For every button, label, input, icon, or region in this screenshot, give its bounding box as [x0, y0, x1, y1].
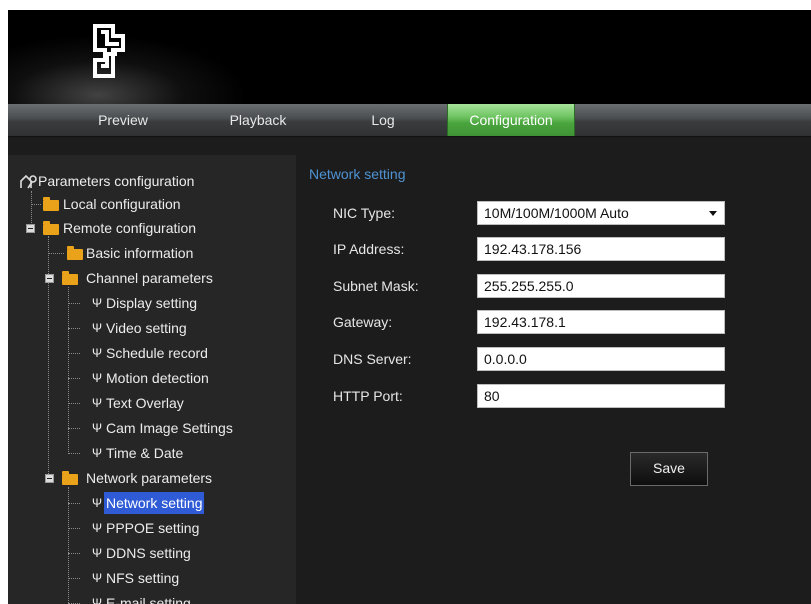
- tree-root[interactable]: Parameters configuration: [20, 170, 280, 192]
- tree-root-label: Parameters configuration: [38, 173, 195, 189]
- tree-item-remote-configuration[interactable]: Remote configuration: [24, 217, 284, 239]
- tree-connector: [68, 503, 80, 504]
- ip-address-input[interactable]: [477, 237, 725, 261]
- tab-configuration[interactable]: Configuration: [447, 104, 575, 136]
- dns-server-input[interactable]: [477, 347, 725, 371]
- tree-item-label: Network parameters: [86, 470, 213, 486]
- wrench-icon: Ψ: [92, 571, 103, 585]
- tree-item-label: Local configuration: [63, 196, 181, 212]
- wrench-icon: Ψ: [92, 346, 103, 360]
- nic-type-select[interactable]: 10M/100M/1000M Auto: [477, 201, 725, 225]
- tree-item-pppoe-setting[interactable]: Ψ PPPOE setting: [68, 517, 288, 539]
- tab-playback[interactable]: Playback: [208, 104, 308, 136]
- banner-glow: [8, 35, 248, 104]
- tree-item-cam-image-settings[interactable]: Ψ Cam Image Settings: [68, 417, 288, 439]
- tree-item-label: Time & Date: [106, 445, 184, 461]
- tree-item-basic-information[interactable]: Basic information: [48, 242, 288, 264]
- collapse-icon[interactable]: [26, 224, 35, 233]
- tree-item-network-parameters[interactable]: Network parameters: [43, 467, 293, 489]
- tree-item-label: NFS setting: [106, 570, 180, 586]
- tree-connector: [68, 303, 80, 304]
- gateway-input[interactable]: [477, 310, 725, 334]
- http-port-label: HTTP Port:: [333, 388, 403, 404]
- wrench-icon: Ψ: [92, 546, 103, 560]
- tree-item-channel-parameters[interactable]: Channel parameters: [43, 267, 293, 289]
- folder-icon: [67, 246, 83, 260]
- tree-item-network-setting[interactable]: Ψ Network setting: [68, 492, 288, 514]
- wrench-icon: Ψ: [92, 521, 103, 535]
- tree-connector: [68, 353, 80, 354]
- tree-item-label: Remote configuration: [63, 220, 197, 236]
- tree-item-motion-detection[interactable]: Ψ Motion detection: [68, 367, 288, 389]
- subnet-mask-input[interactable]: [477, 274, 725, 298]
- tree-item-label: Network setting: [104, 492, 205, 514]
- tree-item-label: Cam Image Settings: [106, 420, 233, 436]
- tree-item-label: Motion detection: [106, 370, 209, 386]
- tree-connector: [31, 204, 41, 205]
- tree-connector: [68, 528, 80, 529]
- tree-item-label: Schedule record: [106, 345, 208, 361]
- tree-item-time-date[interactable]: Ψ Time & Date: [68, 442, 288, 464]
- ip-address-label: IP Address:: [333, 241, 405, 257]
- tree-item-label: DDNS setting: [106, 545, 191, 561]
- tree-connector: [68, 378, 80, 379]
- tree-item-label: Display setting: [106, 295, 198, 311]
- config-tree: Parameters configuration Local configura…: [8, 155, 296, 604]
- folder-icon: [43, 221, 59, 235]
- chevron-down-icon[interactable]: [709, 211, 717, 216]
- tree-item-nfs-setting[interactable]: Ψ NFS setting: [68, 567, 288, 589]
- tree-item-label: Video setting: [106, 320, 187, 336]
- main-tab-bar: Preview Playback Log Configuration: [8, 104, 811, 137]
- wrench-icon: Ψ: [92, 421, 103, 435]
- tree-item-local-configuration[interactable]: Local configuration: [31, 193, 281, 215]
- tree-connector: [68, 428, 80, 429]
- wrench-icon: Ψ: [92, 296, 103, 310]
- app-window: Preview Playback Log Configuration Param…: [8, 10, 811, 604]
- tree-item-label: Channel parameters: [86, 270, 213, 286]
- tree-item-display-setting[interactable]: Ψ Display setting: [68, 292, 288, 314]
- collapse-icon[interactable]: [45, 274, 54, 283]
- folder-icon: [62, 271, 78, 285]
- tree-connector: [68, 328, 80, 329]
- tree-item-email-setting[interactable]: Ψ E-mail setting: [68, 592, 288, 604]
- tree-connector: [48, 253, 64, 254]
- tree-item-label: E-mail setting: [106, 595, 191, 604]
- tree-item-schedule-record[interactable]: Ψ Schedule record: [68, 342, 288, 364]
- tree-connector: [68, 553, 80, 554]
- dns-server-label: DNS Server:: [333, 351, 412, 367]
- wrench-icon: Ψ: [92, 496, 103, 510]
- tree-connector: [68, 403, 80, 404]
- tree-item-label: PPPOE setting: [106, 520, 200, 536]
- tab-preview[interactable]: Preview: [68, 104, 178, 136]
- collapse-icon[interactable]: [45, 474, 54, 483]
- header-banner: [8, 10, 811, 104]
- tree-item-ddns-setting[interactable]: Ψ DDNS setting: [68, 542, 288, 564]
- wrench-icon: Ψ: [92, 321, 103, 335]
- wrench-icon: Ψ: [92, 371, 103, 385]
- wrench-icon: Ψ: [92, 396, 103, 410]
- tab-log[interactable]: Log: [333, 104, 433, 136]
- parameters-config-icon: [20, 174, 37, 189]
- tree-item-text-overlay[interactable]: Ψ Text Overlay: [68, 392, 288, 414]
- nic-type-value: 10M/100M/1000M Auto: [484, 205, 629, 221]
- tree-item-video-setting[interactable]: Ψ Video setting: [68, 317, 288, 339]
- tree-connector: [68, 578, 80, 579]
- tree-item-label: Text Overlay: [106, 395, 184, 411]
- nic-type-label: NIC Type:: [333, 205, 395, 221]
- save-button[interactable]: Save: [630, 452, 708, 486]
- wrench-icon: Ψ: [92, 596, 103, 604]
- tree-connector: [68, 453, 80, 454]
- gateway-label: Gateway:: [333, 314, 393, 330]
- subnet-mask-label: Subnet Mask:: [333, 278, 419, 294]
- brand-logo-icon: [93, 24, 125, 78]
- network-setting-panel: Network setting NIC Type: 10M/100M/1000M…: [296, 155, 811, 604]
- section-title: Network setting: [309, 166, 406, 182]
- http-port-input[interactable]: [477, 384, 725, 408]
- wrench-icon: Ψ: [92, 446, 103, 460]
- folder-icon: [43, 197, 59, 211]
- folder-icon: [62, 471, 78, 485]
- tree-item-label: Basic information: [86, 245, 194, 261]
